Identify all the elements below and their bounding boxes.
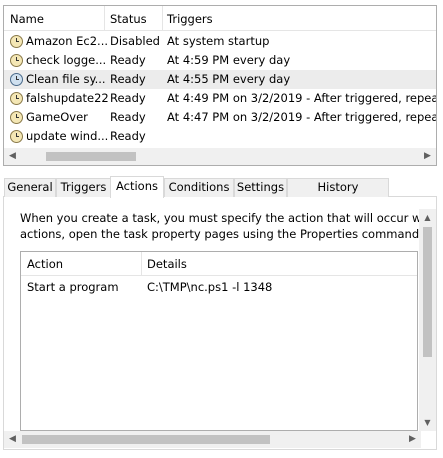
scroll-right-icon[interactable]: ▶ xyxy=(419,148,436,165)
description-line: When you create a task, you must specify… xyxy=(20,211,420,225)
task-status: Ready xyxy=(110,110,146,124)
task-triggers: At 4:47 PM on 3/2/2019 - After triggered… xyxy=(167,110,436,124)
column-header-triggers[interactable]: Triggers xyxy=(167,12,213,26)
actions-table-header: Action Details xyxy=(21,252,417,276)
task-name: update wind... xyxy=(26,129,109,143)
task-name: Clean file sy... xyxy=(26,72,106,86)
tab-conditions[interactable]: Conditions xyxy=(164,178,234,197)
panel-horizontal-scrollbar[interactable]: ◀ ▶ xyxy=(4,431,421,448)
task-status: Ready xyxy=(110,53,146,67)
task-row[interactable]: check logge... Ready At 4:59 PM every da… xyxy=(4,51,436,70)
clock-icon xyxy=(10,73,23,86)
task-row[interactable]: update wind... Ready xyxy=(4,127,436,146)
scroll-left-icon[interactable]: ◀ xyxy=(4,148,21,165)
action-type: Start a program xyxy=(27,280,119,294)
clock-icon xyxy=(10,130,23,143)
task-triggers: At 4:49 PM on 3/2/2019 - After triggered… xyxy=(167,91,436,105)
task-status: Ready xyxy=(110,129,146,143)
task-triggers: At system startup xyxy=(167,34,270,48)
task-status: Ready xyxy=(110,91,146,105)
task-row[interactable]: Amazon Ec2... Disabled At system startup xyxy=(4,32,436,51)
tab-history[interactable]: History (disabled) xyxy=(287,178,389,211)
task-name: GameOver xyxy=(26,110,88,124)
clock-icon xyxy=(10,35,23,48)
scroll-right-icon[interactable]: ▶ xyxy=(404,431,421,448)
task-name: Amazon Ec2... xyxy=(26,34,109,48)
column-header-action[interactable]: Action xyxy=(27,257,63,271)
task-row-selected[interactable]: Clean file sy... Ready At 4:55 PM every … xyxy=(4,70,436,89)
column-separator[interactable] xyxy=(104,6,105,30)
task-status: Disabled xyxy=(110,34,160,48)
actions-description: When you create a task, you must specify… xyxy=(20,210,420,242)
scroll-down-icon[interactable]: ▼ xyxy=(419,414,436,431)
tab-strip: General Triggers Actions Conditions Sett… xyxy=(3,176,437,211)
column-header-status[interactable]: Status xyxy=(110,12,147,26)
scrollbar-thumb[interactable] xyxy=(46,152,136,161)
task-row[interactable]: GameOver Ready At 4:47 PM on 3/2/2019 - … xyxy=(4,108,436,127)
task-name: falshupdate22 xyxy=(26,91,109,105)
task-triggers: At 4:55 PM every day xyxy=(167,72,291,86)
action-details: C:\TMP\nc.ps1 -l 1348 xyxy=(147,280,273,294)
actions-panel: When you create a task, you must specify… xyxy=(3,197,437,450)
tab-general[interactable]: General xyxy=(4,178,56,197)
scrollbar-thumb[interactable] xyxy=(423,227,432,357)
scroll-up-icon[interactable]: ▲ xyxy=(419,209,436,226)
column-separator[interactable] xyxy=(141,252,142,275)
clock-icon xyxy=(10,111,23,124)
actions-table[interactable]: Action Details Start a program C:\TMP\nc… xyxy=(20,251,418,431)
column-header-name[interactable]: Name xyxy=(10,12,44,26)
column-separator[interactable] xyxy=(162,6,163,30)
action-row[interactable]: Start a program C:\TMP\nc.ps1 -l 1348 xyxy=(21,277,417,297)
task-list-header: Name Status Triggers xyxy=(4,6,436,31)
task-list[interactable]: Name Status Triggers Amazon Ec2... Disab… xyxy=(3,5,437,166)
task-status: Ready xyxy=(110,72,146,86)
clock-icon xyxy=(10,92,23,105)
panel-vertical-scrollbar[interactable]: ▲ ▼ xyxy=(419,209,436,431)
task-name: check logge... xyxy=(26,53,107,67)
scrollbar-thumb[interactable] xyxy=(22,435,270,444)
clock-icon xyxy=(10,54,23,67)
tab-settings[interactable]: Settings xyxy=(234,178,287,197)
task-row[interactable]: falshupdate22 Ready At 4:49 PM on 3/2/20… xyxy=(4,89,436,108)
tab-actions[interactable]: Actions xyxy=(110,176,164,198)
task-triggers: At 4:59 PM every day xyxy=(167,53,291,67)
column-header-details[interactable]: Details xyxy=(147,257,187,271)
tab-triggers[interactable]: Triggers xyxy=(56,178,111,197)
task-list-horizontal-scrollbar[interactable]: ◀ ▶ xyxy=(4,148,436,165)
scroll-left-icon[interactable]: ◀ xyxy=(4,431,21,448)
description-line: actions, open the task property pages us… xyxy=(20,227,420,241)
